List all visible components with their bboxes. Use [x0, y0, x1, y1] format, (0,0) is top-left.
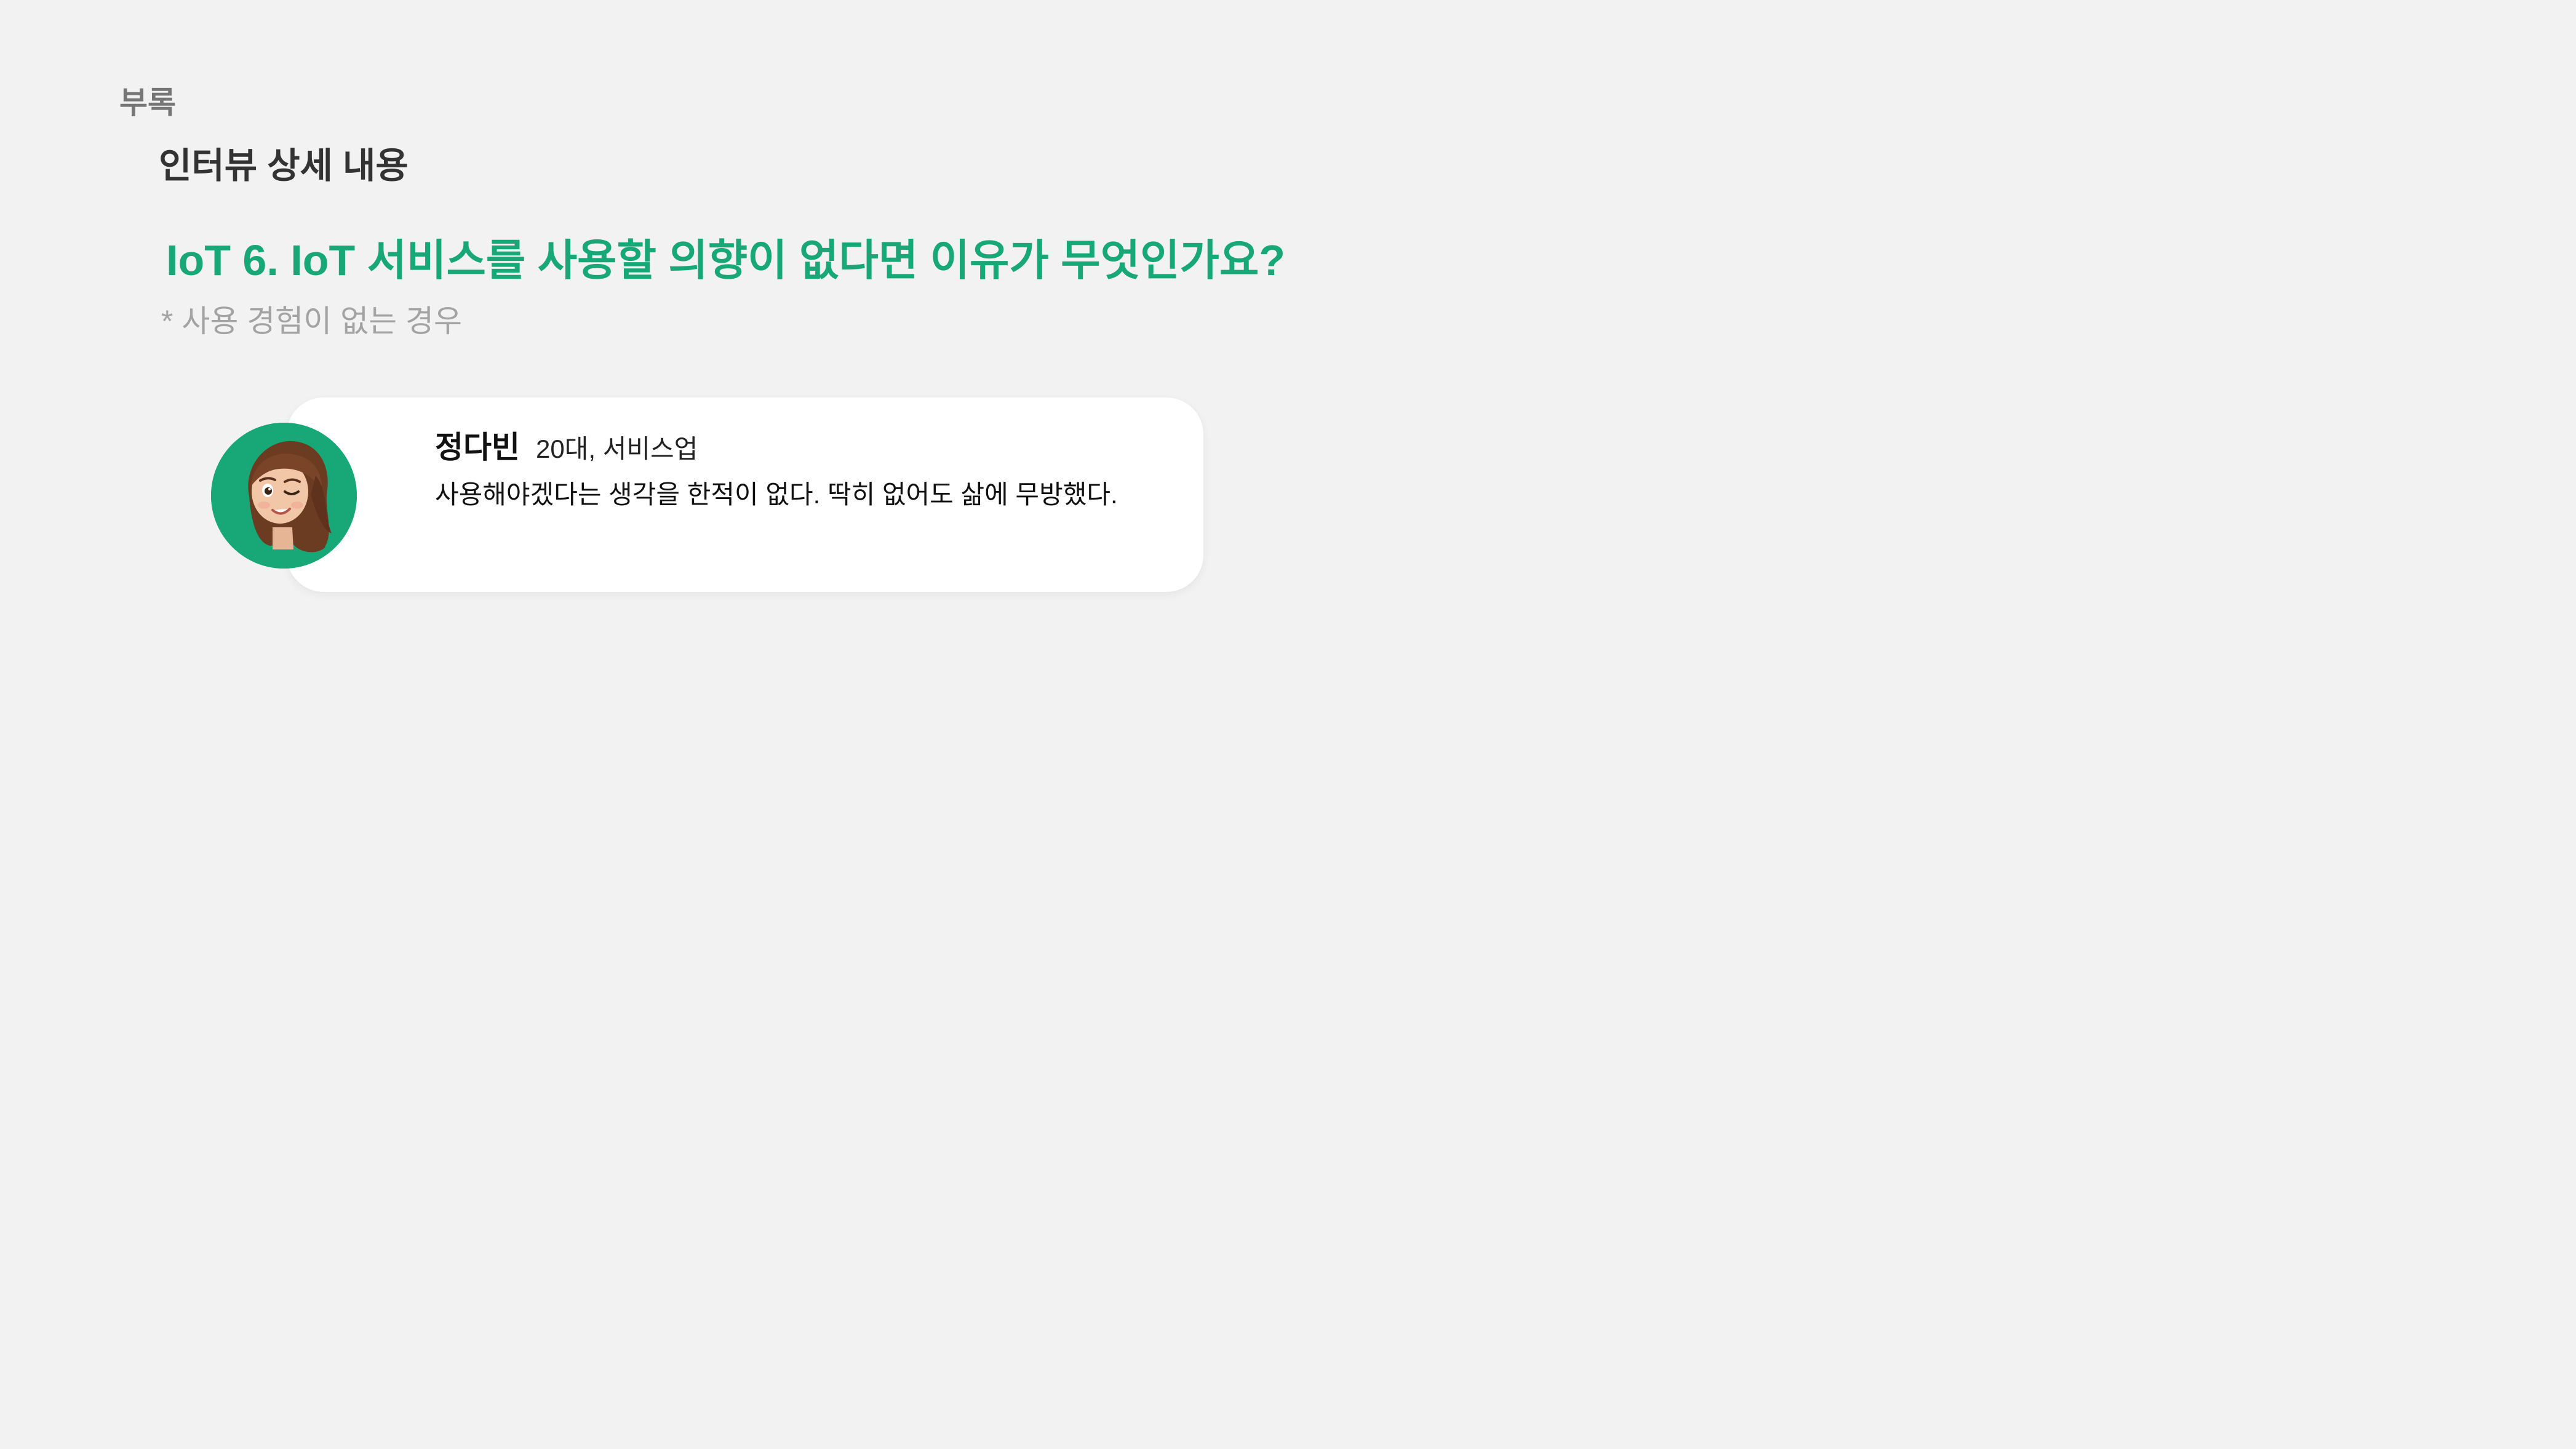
question-title: IoT 6. IoT 서비스를 사용할 의향이 없다면 이유가 무엇인가요? [166, 236, 1286, 284]
female-memoji-avatar-icon [211, 423, 357, 569]
respondent-answer: 사용해야겠다는 생각을 한적이 없다. 딱히 없어도 삶에 무방했다. [435, 480, 1118, 509]
respondent-info: 정다빈 20대, 서비스업 [435, 432, 698, 463]
avatar [211, 423, 357, 569]
respondent-name: 정다빈 [435, 430, 520, 465]
page-title: 인터뷰 상세 내용 [159, 146, 409, 186]
respondent-meta: 20대, 서비스업 [536, 434, 698, 463]
question-note: * 사용 경험이 없는 경우 [161, 304, 463, 338]
section-label: 부록 [119, 86, 176, 120]
